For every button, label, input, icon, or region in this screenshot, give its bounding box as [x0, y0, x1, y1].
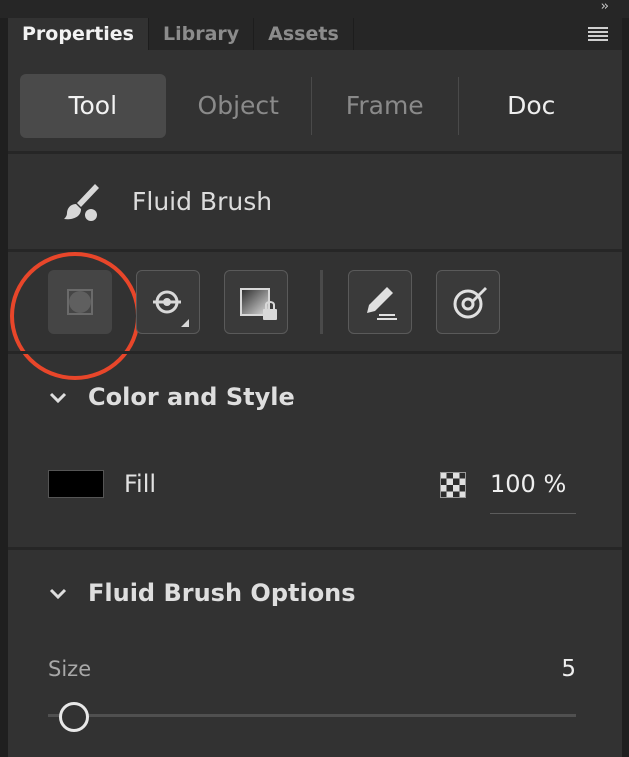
- lock-fill-icon: [240, 288, 277, 320]
- tilt-button[interactable]: [436, 270, 500, 334]
- section-divider: [8, 351, 622, 354]
- tool-options-row: [8, 252, 622, 380]
- size-value[interactable]: 5: [561, 654, 576, 684]
- tool-name: Fluid Brush: [132, 187, 273, 216]
- tab-properties[interactable]: Properties: [8, 18, 149, 50]
- chevron-down-icon: [49, 392, 67, 404]
- brush-mode-icon: [153, 290, 189, 327]
- size-slider-track[interactable]: [48, 714, 576, 717]
- pressure-button[interactable]: [348, 270, 412, 334]
- color-style-title: Color and Style: [88, 383, 295, 411]
- size-slider-thumb[interactable]: [58, 702, 89, 732]
- tab-assets[interactable]: Assets: [254, 18, 354, 50]
- properties-mode-switch: Tool Object Frame Doc: [20, 74, 604, 138]
- brush-icon: [64, 184, 99, 221]
- fill-label: Fill: [124, 470, 157, 498]
- checkerboard-alpha-icon[interactable]: [440, 472, 466, 498]
- collapse-panel-icon[interactable]: ››: [601, 0, 610, 14]
- section-divider: [8, 547, 622, 550]
- brush-mode-button[interactable]: [136, 270, 200, 334]
- panel-tab-bar: Properties Library Assets: [8, 18, 622, 50]
- panel-top-strip: ››: [0, 0, 629, 18]
- fluid-brush-options-title: Fluid Brush Options: [88, 579, 356, 607]
- segment-frame[interactable]: Frame: [312, 74, 458, 138]
- properties-panel: Tool Object Frame Doc Fluid Brush Color …: [8, 50, 622, 757]
- size-label: Size: [48, 657, 92, 681]
- segment-doc[interactable]: Doc: [459, 74, 605, 138]
- fill-alpha-input[interactable]: 100 %: [490, 466, 576, 514]
- pressure-icon: [367, 287, 397, 320]
- tilt-icon: [453, 287, 487, 319]
- brush-shape-icon: [67, 289, 93, 315]
- fluid-brush-options-header[interactable]: Fluid Brush Options: [8, 573, 622, 613]
- chevron-down-icon: [49, 588, 67, 600]
- panel-menu-icon[interactable]: [588, 27, 608, 41]
- properties-panel-window: ›› Properties Library Assets Tool Object…: [0, 0, 629, 757]
- lock-fill-button[interactable]: [224, 270, 288, 334]
- current-tool-row: Fluid Brush: [8, 154, 622, 250]
- fill-color-swatch[interactable]: [48, 470, 104, 498]
- color-style-header[interactable]: Color and Style: [8, 377, 622, 417]
- toolbar-divider: [320, 270, 323, 334]
- segment-object[interactable]: Object: [166, 74, 312, 138]
- brush-shape-button[interactable]: [48, 270, 112, 334]
- tab-library[interactable]: Library: [149, 18, 255, 50]
- segment-tool[interactable]: Tool: [20, 74, 166, 138]
